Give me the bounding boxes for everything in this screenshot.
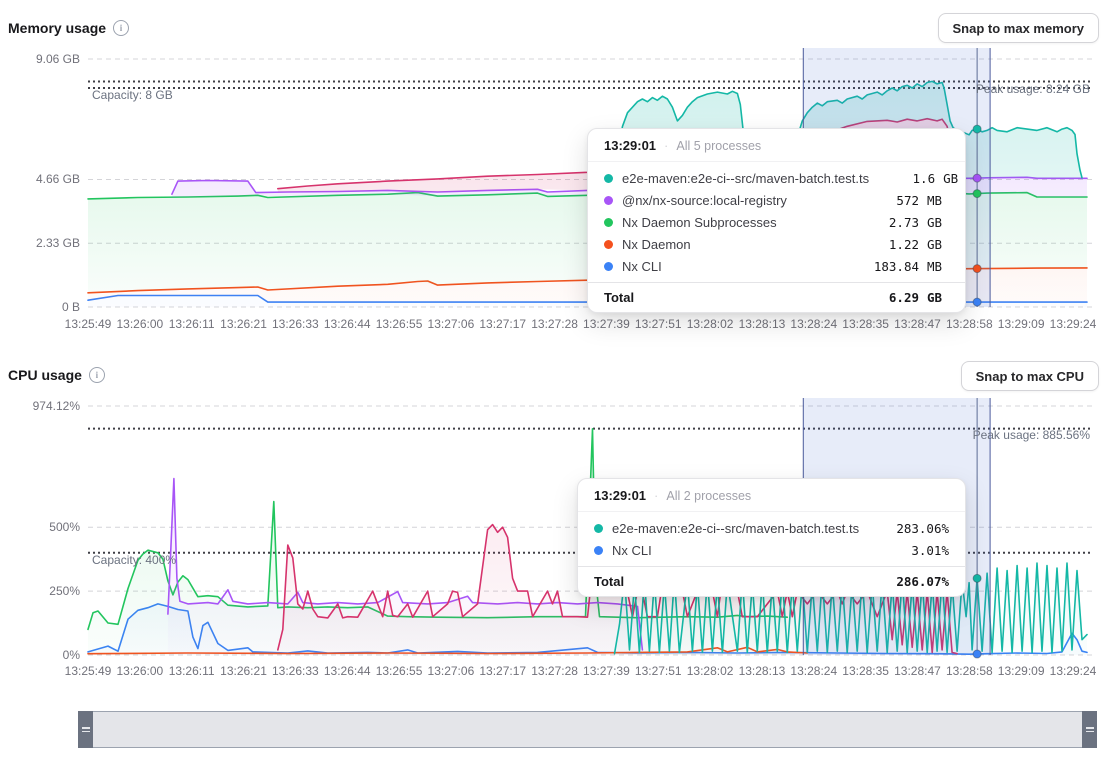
series-color-dot [594, 546, 603, 555]
tooltip-row: Nx CLI3.01% [578, 539, 965, 561]
tooltip-total-row: Total 6.29 GB [588, 282, 965, 312]
process-profiler-view: Memory usage i Snap to max memory CPU us… [0, 0, 1118, 761]
process-value: 183.84 [867, 259, 919, 274]
tooltip-row: Nx Daemon Subprocesses2.73 GB [588, 211, 965, 233]
tooltip-time: 13:29:01 [594, 488, 646, 503]
tooltip-row: @nx/nx-source:local-registry572 MB [588, 189, 965, 211]
x-axis-tick: 13:29:24 [1028, 317, 1118, 331]
brush-handle-right[interactable] [1082, 711, 1097, 748]
tooltip-total-value: 6.29 [867, 290, 919, 305]
tooltip-process-count: All 5 processes [676, 139, 761, 153]
tooltip-row: Nx CLI183.84 MB [588, 255, 965, 277]
y-axis-tick: 250% [0, 584, 80, 598]
process-name: Nx Daemon [622, 237, 867, 252]
cpu-capacity-label: Capacity: 400% [92, 553, 176, 567]
process-value: 2.73 [867, 215, 919, 230]
memory-hover-tooltip: 13:29:01 · All 5 processes e2e-maven:e2e… [587, 128, 966, 313]
process-value: 1.22 [867, 237, 919, 252]
process-name: Nx CLI [612, 543, 889, 558]
process-name: e2e-maven:e2e-ci--src/maven-batch.test.t… [622, 171, 883, 186]
process-unit: GB [927, 215, 949, 230]
process-unit: GB [943, 171, 958, 186]
process-name: Nx Daemon Subprocesses [622, 215, 867, 230]
brush-handle-left[interactable] [78, 711, 93, 748]
process-unit: MB [927, 193, 949, 208]
memory-peak-label: Peak usage: 8.24 GB [976, 82, 1090, 96]
tooltip-total-unit: % [941, 574, 949, 589]
hover-dot [973, 574, 981, 582]
tooltip-total-row: Total 286.07 % [578, 566, 965, 596]
process-unit: MB [927, 259, 949, 274]
series-color-dot [604, 174, 613, 183]
tooltip-process-count: All 2 processes [666, 489, 751, 503]
y-axis-tick: 500% [0, 520, 80, 534]
series-color-dot [594, 524, 603, 533]
process-value: 572 [867, 193, 919, 208]
process-name: @nx/nx-source:local-registry [622, 193, 867, 208]
time-range-brush[interactable] [78, 711, 1097, 748]
tooltip-total-unit: GB [927, 290, 949, 305]
y-axis-tick: 4.66 GB [0, 172, 80, 186]
hover-dot [973, 125, 981, 133]
tooltip-separator: · [654, 488, 658, 503]
process-value: 283.06 [889, 521, 941, 536]
series-color-dot [604, 196, 613, 205]
hover-dot [973, 650, 981, 658]
tooltip-separator: · [664, 138, 668, 153]
y-axis-tick: 0 B [0, 300, 80, 314]
hover-dot [973, 265, 981, 273]
process-value: 1.6 [883, 171, 935, 186]
process-name: e2e-maven:e2e-ci--src/maven-batch.test.t… [612, 521, 889, 536]
tooltip-time: 13:29:01 [604, 138, 656, 153]
tooltip-row: e2e-maven:e2e-ci--src/maven-batch.test.t… [588, 167, 965, 189]
y-axis-tick: 2.33 GB [0, 236, 80, 250]
y-axis-tick: 9.06 GB [0, 52, 80, 66]
tooltip-header: 13:29:01 · All 5 processes [588, 129, 965, 162]
hover-dot [973, 174, 981, 182]
y-axis-tick: 974.12% [0, 399, 80, 413]
tooltip-header: 13:29:01 · All 2 processes [578, 479, 965, 512]
tooltip-total-label: Total [594, 574, 889, 589]
cpu-hover-tooltip: 13:29:01 · All 2 processes e2e-maven:e2e… [577, 478, 966, 597]
memory-capacity-label: Capacity: 8 GB [92, 88, 173, 102]
series-color-dot [604, 240, 613, 249]
charts-canvas[interactable] [0, 0, 1118, 761]
x-axis-tick: 13:29:24 [1028, 664, 1118, 678]
series-color-dot [604, 218, 613, 227]
hover-dot [973, 190, 981, 198]
cpu-peak-label: Peak usage: 885.56% [973, 428, 1090, 442]
process-unit: GB [927, 237, 949, 252]
process-unit: % [941, 543, 949, 558]
tooltip-row: e2e-maven:e2e-ci--src/maven-batch.test.t… [578, 517, 965, 539]
y-axis-tick: 0% [0, 648, 80, 662]
process-unit: % [941, 521, 949, 536]
tooltip-row: Nx Daemon1.22 GB [588, 233, 965, 255]
process-name: Nx CLI [622, 259, 867, 274]
tooltip-total-value: 286.07 [889, 574, 941, 589]
process-value: 3.01 [889, 543, 941, 558]
tooltip-total-label: Total [604, 290, 867, 305]
hover-dot [973, 298, 981, 306]
series-color-dot [604, 262, 613, 271]
